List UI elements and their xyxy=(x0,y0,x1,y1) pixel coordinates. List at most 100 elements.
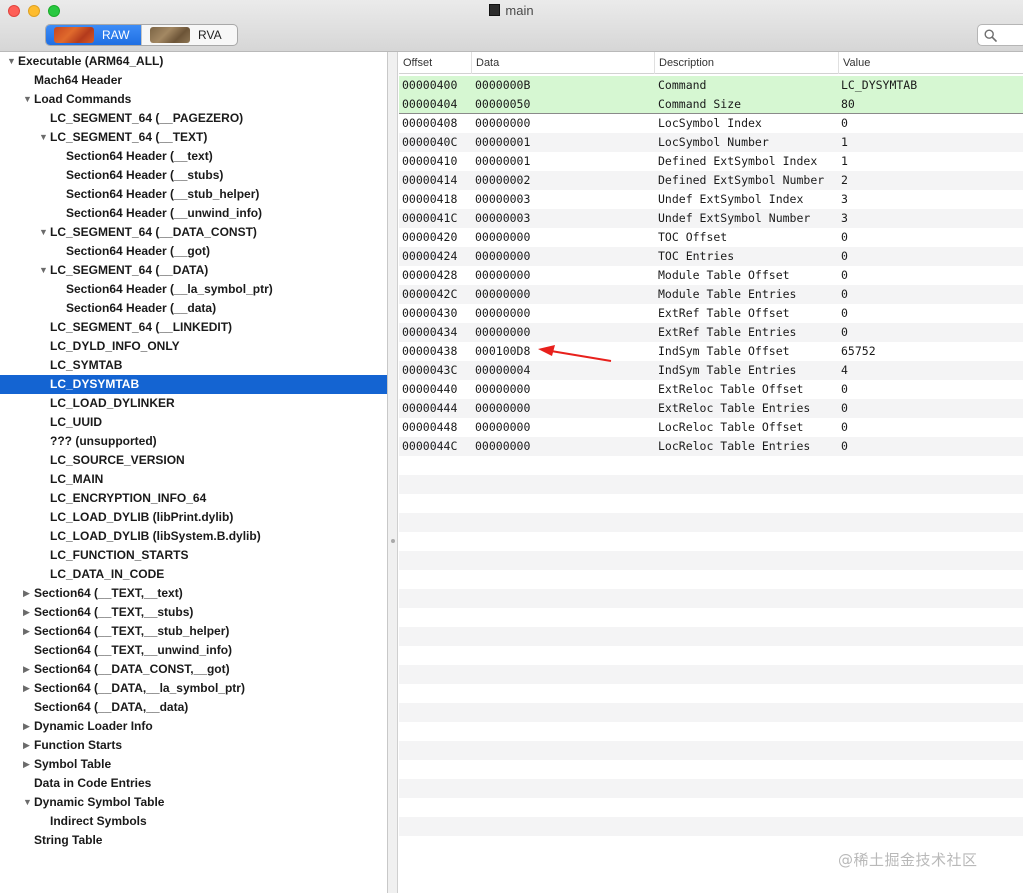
column-header-data[interactable]: Data xyxy=(471,52,654,74)
table-row[interactable]: 00000420 00000000 TOC Offset 0 xyxy=(399,228,1023,247)
sidebar-tree-item[interactable]: LC_MAIN xyxy=(0,470,387,489)
sidebar-tree-item[interactable]: ▶ Section64 (__DATA,__la_symbol_ptr) xyxy=(0,679,387,698)
split-view-divider[interactable] xyxy=(388,52,398,893)
value-cell: 4 xyxy=(841,363,848,377)
sidebar-tree-item[interactable]: LC_LOAD_DYLIB (libPrint.dylib) xyxy=(0,508,387,527)
table-row[interactable]: 00000434 00000000 ExtRef Table Entries 0 xyxy=(399,323,1023,342)
disclosure-expanded-icon[interactable]: ▼ xyxy=(39,261,49,280)
sidebar-tree-item[interactable]: Mach64 Header xyxy=(0,71,387,90)
sidebar-tree-item[interactable]: Section64 Header (__stub_helper) xyxy=(0,185,387,204)
detail-table[interactable]: Offset Data Description Value 00000400 00… xyxy=(399,52,1023,893)
table-row[interactable]: 0000043C 00000004 IndSym Table Entries 4 xyxy=(399,361,1023,380)
sidebar-tree-item[interactable]: ▼ LC_SEGMENT_64 (__TEXT) xyxy=(0,128,387,147)
disclosure-expanded-icon[interactable]: ▼ xyxy=(23,793,33,812)
empty-table-row xyxy=(399,741,1023,760)
disclosure-expanded-icon[interactable]: ▼ xyxy=(23,90,33,109)
sidebar-tree-item[interactable]: Section64 Header (__got) xyxy=(0,242,387,261)
table-row[interactable]: 00000424 00000000 TOC Entries 0 xyxy=(399,247,1023,266)
sidebar-tree-item[interactable]: Section64 (__DATA,__data) xyxy=(0,698,387,717)
sidebar-tree-item[interactable]: LC_ENCRYPTION_INFO_64 xyxy=(0,489,387,508)
sidebar-tree-item[interactable]: Indirect Symbols xyxy=(0,812,387,831)
sidebar-tree-item[interactable]: Section64 Header (__la_symbol_ptr) xyxy=(0,280,387,299)
empty-table-row xyxy=(399,703,1023,722)
search-field[interactable] xyxy=(977,24,1023,46)
sidebar-tree-item[interactable]: LC_SEGMENT_64 (__PAGEZERO) xyxy=(0,109,387,128)
sidebar-tree-item[interactable]: LC_DYSYMTAB xyxy=(0,375,387,394)
table-row[interactable]: 00000440 00000000 ExtReloc Table Offset 0 xyxy=(399,380,1023,399)
value-cell: 65752 xyxy=(841,344,876,358)
sidebar-tree-item[interactable]: ▶ Section64 (__TEXT,__stubs) xyxy=(0,603,387,622)
table-row[interactable]: 00000438 000100D8 IndSym Table Offset 65752 xyxy=(399,342,1023,361)
disclosure-collapsed-icon[interactable]: ▶ xyxy=(23,679,33,698)
table-row[interactable]: 00000428 00000000 Module Table Offset 0 xyxy=(399,266,1023,285)
sidebar-tree-item[interactable]: Section64 Header (__unwind_info) xyxy=(0,204,387,223)
disclosure-collapsed-icon[interactable]: ▶ xyxy=(23,584,33,603)
raw-mode-segment[interactable]: RAW xyxy=(46,25,141,45)
address-mode-segmented-control[interactable]: RAW RVA xyxy=(45,24,238,46)
sidebar-tree-item[interactable]: LC_DATA_IN_CODE xyxy=(0,565,387,584)
sidebar-tree-item[interactable]: ▼ Load Commands xyxy=(0,90,387,109)
table-row[interactable]: 00000444 00000000 ExtReloc Table Entries 0 xyxy=(399,399,1023,418)
table-row[interactable]: 00000404 00000050 Command Size 80 xyxy=(399,95,1023,114)
sidebar-tree-item[interactable]: LC_FUNCTION_STARTS xyxy=(0,546,387,565)
sidebar-tree-item[interactable]: Section64 Header (__stubs) xyxy=(0,166,387,185)
sidebar-tree-item[interactable]: Section64 (__TEXT,__unwind_info) xyxy=(0,641,387,660)
sidebar-tree-item[interactable]: ▶ Section64 (__DATA_CONST,__got) xyxy=(0,660,387,679)
description-cell: Module Table Offset xyxy=(658,268,790,282)
table-row[interactable]: 00000430 00000000 ExtRef Table Offset 0 xyxy=(399,304,1023,323)
sidebar-tree-item[interactable]: ▼ Executable (ARM64_ALL) xyxy=(0,52,387,71)
offset-cell: 00000440 xyxy=(402,382,458,396)
disclosure-collapsed-icon[interactable]: ▶ xyxy=(23,622,33,641)
table-row[interactable]: 0000042C 00000000 Module Table Entries 0 xyxy=(399,285,1023,304)
description-cell: ExtReloc Table Entries xyxy=(658,401,811,415)
sidebar-tree-item[interactable]: LC_LOAD_DYLIB (libSystem.B.dylib) xyxy=(0,527,387,546)
load-command-outline[interactable]: ▼ Executable (ARM64_ALL) Mach64 Header ▼ Loa… xyxy=(0,52,388,893)
table-row[interactable]: 0000041C 00000003 Undef ExtSymbol Number 3 xyxy=(399,209,1023,228)
disclosure-expanded-icon[interactable]: ▼ xyxy=(7,52,17,71)
sidebar-tree-item[interactable]: String Table xyxy=(0,831,387,850)
disclosure-collapsed-icon[interactable]: ▶ xyxy=(23,717,33,736)
offset-cell: 00000420 xyxy=(402,230,458,244)
disclosure-expanded-icon[interactable]: ▼ xyxy=(39,223,49,242)
offset-cell: 0000043C xyxy=(402,363,458,377)
sidebar-tree-item[interactable]: ▶ Dynamic Loader Info xyxy=(0,717,387,736)
sidebar-tree-item[interactable]: ??? (unsupported) xyxy=(0,432,387,451)
sidebar-tree-item[interactable]: LC_SOURCE_VERSION xyxy=(0,451,387,470)
table-row[interactable]: 00000418 00000003 Undef ExtSymbol Index 3 xyxy=(399,190,1023,209)
table-row[interactable]: 0000044C 00000000 LocReloc Table Entries 0 xyxy=(399,437,1023,456)
table-row[interactable]: 00000400 0000000B Command LC_DYSYMTAB xyxy=(399,76,1023,95)
sidebar-tree-item[interactable]: ▼ Dynamic Symbol Table xyxy=(0,793,387,812)
sidebar-tree-item-label: LC_LOAD_DYLIB (libSystem.B.dylib) xyxy=(50,529,261,543)
table-row[interactable]: 00000408 00000000 LocSymbol Index 0 xyxy=(399,114,1023,133)
sidebar-tree-item[interactable]: Section64 Header (__data) xyxy=(0,299,387,318)
sidebar-tree-item[interactable]: Data in Code Entries xyxy=(0,774,387,793)
table-row[interactable]: 00000448 00000000 LocReloc Table Offset 0 xyxy=(399,418,1023,437)
disclosure-collapsed-icon[interactable]: ▶ xyxy=(23,660,33,679)
sidebar-tree-item[interactable]: LC_SEGMENT_64 (__LINKEDIT) xyxy=(0,318,387,337)
sidebar-tree-item[interactable]: LC_SYMTAB xyxy=(0,356,387,375)
table-row[interactable]: 0000040C 00000001 LocSymbol Number 1 xyxy=(399,133,1023,152)
sidebar-tree-item-label: LC_LOAD_DYLINKER xyxy=(50,396,175,410)
table-row[interactable]: 00000414 00000002 Defined ExtSymbol Number… xyxy=(399,171,1023,190)
sidebar-tree-item[interactable]: ▶ Section64 (__TEXT,__text) xyxy=(0,584,387,603)
sidebar-tree-item[interactable]: LC_DYLD_INFO_ONLY xyxy=(0,337,387,356)
disclosure-collapsed-icon[interactable]: ▶ xyxy=(23,603,33,622)
table-row[interactable]: 00000410 00000001 Defined ExtSymbol Index 1 xyxy=(399,152,1023,171)
disclosure-expanded-icon[interactable]: ▼ xyxy=(39,128,49,147)
sidebar-tree-item[interactable]: ▶ Section64 (__TEXT,__stub_helper) xyxy=(0,622,387,641)
column-header-offset[interactable]: Offset xyxy=(399,52,471,74)
disclosure-collapsed-icon[interactable]: ▶ xyxy=(23,736,33,755)
sidebar-tree-item[interactable]: ▼ LC_SEGMENT_64 (__DATA_CONST) xyxy=(0,223,387,242)
sidebar-tree-item[interactable]: LC_LOAD_DYLINKER xyxy=(0,394,387,413)
sidebar-tree-item[interactable]: ▶ Symbol Table xyxy=(0,755,387,774)
data-cell: 00000003 xyxy=(475,192,531,206)
column-header-description[interactable]: Description xyxy=(654,52,838,74)
sidebar-tree-item[interactable]: LC_UUID xyxy=(0,413,387,432)
sidebar-tree-item[interactable]: ▶ Function Starts xyxy=(0,736,387,755)
sidebar-tree-item[interactable]: Section64 Header (__text) xyxy=(0,147,387,166)
data-cell: 00000000 xyxy=(475,325,531,339)
disclosure-collapsed-icon[interactable]: ▶ xyxy=(23,755,33,774)
sidebar-tree-item[interactable]: ▼ LC_SEGMENT_64 (__DATA) xyxy=(0,261,387,280)
column-header-value[interactable]: Value xyxy=(838,52,1023,74)
rva-mode-segment[interactable]: RVA xyxy=(141,25,237,45)
